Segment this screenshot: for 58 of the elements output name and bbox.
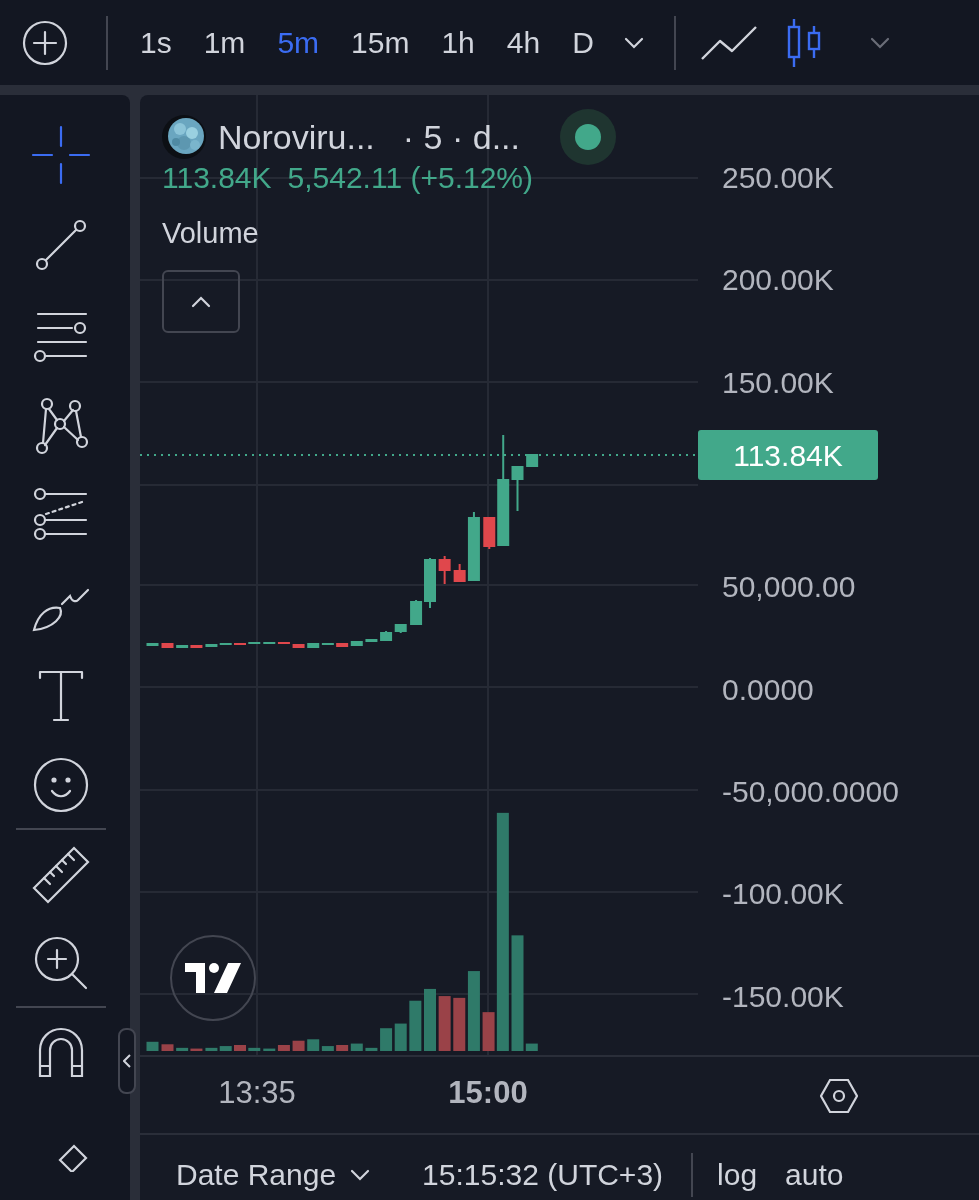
interval-tab[interactable]: 1s xyxy=(140,27,172,58)
dropdown-chevron-icon xyxy=(623,36,644,49)
volume-bar xyxy=(146,1041,159,1051)
interval-tab[interactable]: 4h xyxy=(506,27,541,58)
volume-bar xyxy=(365,1047,378,1051)
price-axis-label: -50,000.0000 xyxy=(722,776,899,807)
clock-label[interactable]: 15:15:32 (UTC+3) xyxy=(422,1159,664,1190)
volume-bar xyxy=(248,1047,261,1051)
date-range-button[interactable]: Date Range xyxy=(176,1159,371,1190)
interval-tab[interactable]: 1m xyxy=(203,27,246,58)
price-axis-label: -100.00K xyxy=(722,879,844,910)
interval-tab[interactable]: 5m xyxy=(277,27,320,58)
price-tag: 113.84K xyxy=(698,430,878,480)
candle xyxy=(146,643,159,646)
volume-bar xyxy=(424,988,436,1051)
candle xyxy=(292,644,305,648)
volume-bar xyxy=(380,1028,393,1051)
candle xyxy=(526,453,539,468)
dropdown-chevron-icon xyxy=(869,36,890,49)
volume-bar xyxy=(292,1040,305,1051)
chevron-up-icon xyxy=(191,295,211,308)
crosshair-icon[interactable] xyxy=(30,124,92,186)
symbol-details: · 5 · d... xyxy=(402,120,520,154)
chevron-left-icon xyxy=(123,1054,131,1068)
volume-bar xyxy=(234,1045,246,1051)
chevron-down-icon xyxy=(350,1168,371,1181)
candle xyxy=(365,639,378,642)
time-axis-label: 15:00 xyxy=(448,1077,528,1108)
candle xyxy=(380,630,393,642)
price-axis-label: 250.00K xyxy=(722,163,834,194)
interval-tab[interactable]: D xyxy=(572,27,594,58)
candle xyxy=(394,623,407,634)
interval-tab[interactable]: 15m xyxy=(351,27,410,58)
auto-scale-button[interactable]: auto xyxy=(785,1159,844,1190)
add-icon[interactable] xyxy=(22,19,68,66)
volume-bar xyxy=(161,1044,174,1051)
price-change: 5,542.11 (+5.12%) xyxy=(287,163,533,193)
price-axis-label: -150.00K xyxy=(722,981,844,1012)
price-axis-label: 50,000.00 xyxy=(722,572,856,603)
symbol-name[interactable]: Noroviru... xyxy=(218,120,375,154)
log-scale-button[interactable]: log xyxy=(717,1159,758,1190)
price-axis-label: 200.00K xyxy=(722,265,834,296)
line-chart-icon[interactable] xyxy=(699,24,758,61)
candlestick-icon[interactable] xyxy=(785,17,822,68)
price-axis-label: 150.00K xyxy=(722,367,834,398)
interval-tab[interactable]: 1h xyxy=(441,27,475,58)
last-price: 113.84K xyxy=(162,163,272,193)
candle xyxy=(161,643,174,648)
collapse-toolbar-tab[interactable] xyxy=(118,1028,136,1094)
volume-bar xyxy=(438,996,451,1051)
candle xyxy=(438,555,451,585)
settings-icon[interactable] xyxy=(820,1077,858,1115)
price-axis-label: 0.0000 xyxy=(722,674,814,705)
volume-bar xyxy=(409,1000,422,1051)
logo-icon xyxy=(185,963,241,993)
volume-bar xyxy=(394,1023,407,1051)
time-axis-label: 13:35 xyxy=(218,1077,296,1108)
indicator-label[interactable]: Volume xyxy=(162,219,616,248)
